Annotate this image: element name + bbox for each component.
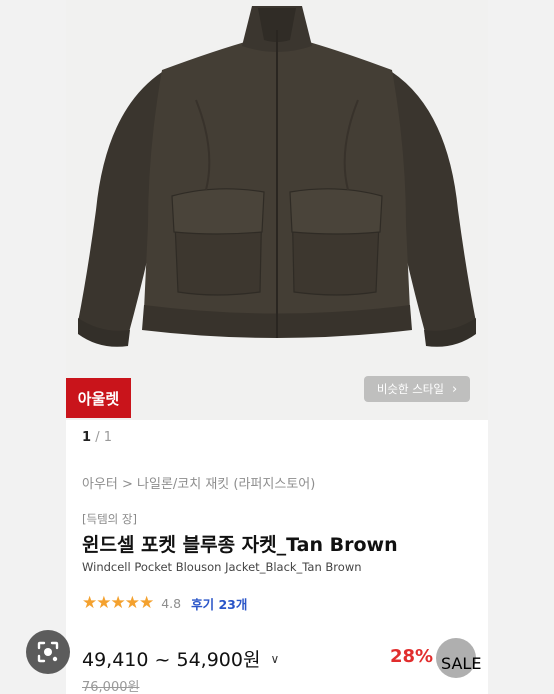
rating-score: 4.8 xyxy=(161,595,182,611)
price-range[interactable]: 49,410 ~ 54,900원 ∨ xyxy=(82,645,279,672)
similar-style-label: 비슷한 스타일 xyxy=(376,382,444,396)
pager-separator: / xyxy=(95,430,100,445)
product-title: 윈드셀 포켓 블루종 자켓_Tan Brown xyxy=(82,534,398,556)
image-pager: 1 / 1 xyxy=(82,430,112,445)
original-price: 76,000원 xyxy=(82,680,140,694)
outlet-badge: 아울렛 xyxy=(66,378,131,418)
pager-total: 1 xyxy=(103,430,112,445)
product-subtitle: Windcell Pocket Blouson Jacket_Black_Tan… xyxy=(82,560,362,574)
pager-current: 1 xyxy=(82,430,92,445)
category-breadcrumb[interactable]: 아우터 > 나일론/코치 재킷 (라퍼지스토어) xyxy=(82,473,315,492)
lens-glyph xyxy=(37,641,59,663)
product-card: 아울렛 비슷한 스타일 › 1 / 1 아우터 > 나일론/코치 재킷 (라퍼지… xyxy=(66,0,488,694)
chevron-down-icon[interactable]: ∨ xyxy=(270,652,279,666)
review-count-link[interactable]: 후기 23개 xyxy=(191,594,247,613)
jacket-image xyxy=(78,6,476,347)
discount-rate: 28% xyxy=(390,646,434,667)
product-image-area[interactable]: 아울렛 비슷한 스타일 › xyxy=(66,0,488,420)
star-rating-icon: ★★★★★ xyxy=(82,593,154,613)
rating-row[interactable]: ★★★★★ 4.8 후기 23개 xyxy=(82,593,247,613)
similar-style-button[interactable]: 비슷한 스타일 › xyxy=(364,376,470,402)
sale-label: SALE xyxy=(441,654,482,673)
promo-tag: [득템의 장] xyxy=(82,512,137,526)
price-range-text: 49,410 ~ 54,900원 xyxy=(82,649,261,671)
chevron-right-icon: › xyxy=(451,381,458,397)
lens-search-icon[interactable] xyxy=(26,630,70,674)
